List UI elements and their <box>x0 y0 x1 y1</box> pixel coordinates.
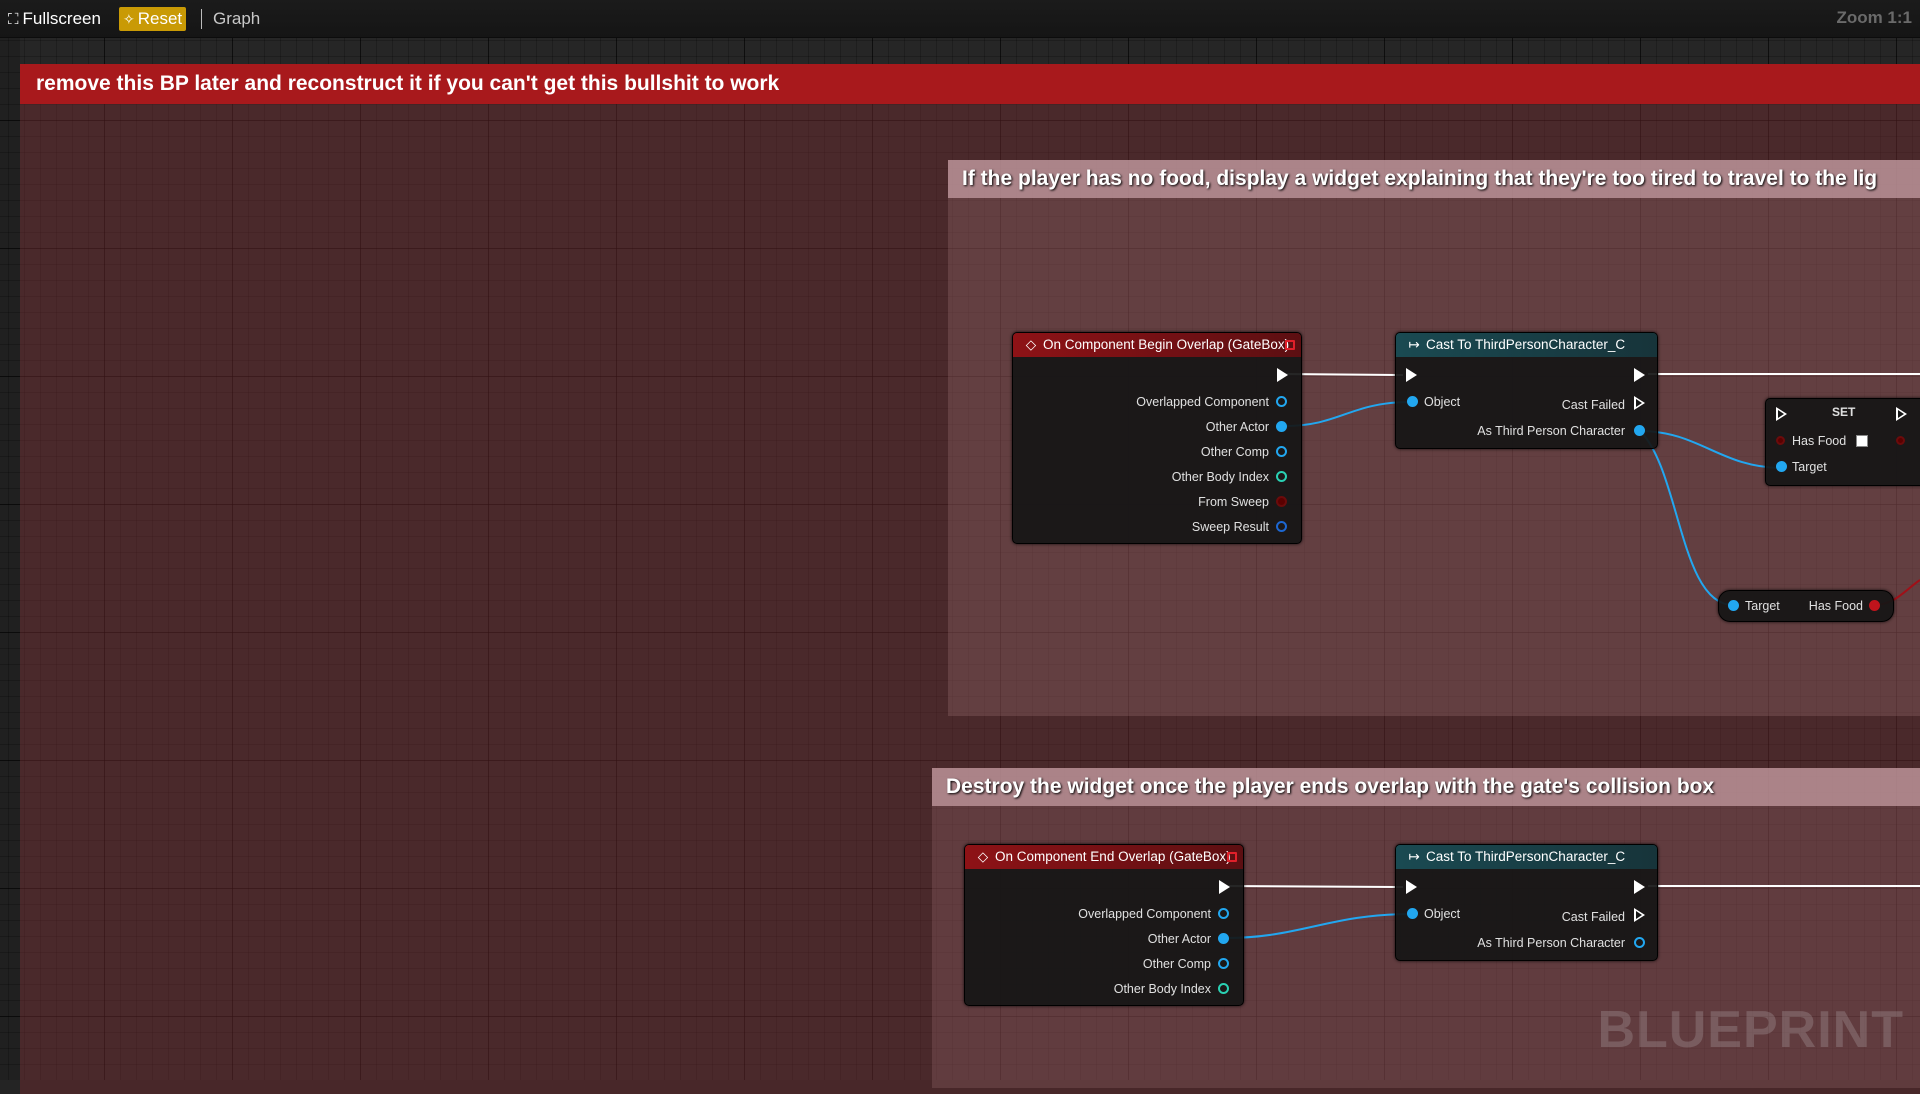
has-food-checkbox[interactable] <box>1856 435 1868 447</box>
from-sweep-pin[interactable] <box>1276 496 1287 507</box>
cast-1-object-pin[interactable] <box>1407 396 1418 407</box>
cast-1-as-label: As Third Person Character <box>1477 424 1625 438</box>
pin-label-other-actor: Other Actor <box>1205 420 1269 434</box>
cast-2-object-pin[interactable] <box>1407 908 1418 919</box>
node-set-has-food[interactable]: SET Has Food Target <box>1765 398 1920 486</box>
get-has-food-label: Has Food <box>1808 599 1863 613</box>
canvas-left-edge <box>0 38 20 1080</box>
cast-1-cast-failed-label: Cast Failed <box>1561 398 1625 412</box>
end-other-comp-pin[interactable] <box>1218 958 1229 969</box>
node-cast-third-person-1[interactable]: ↦ Cast To ThirdPersonCharacter_C Object C… <box>1395 332 1658 449</box>
end-pin-label-other-comp: Other Comp <box>1142 957 1211 971</box>
end-other-actor-pin[interactable] <box>1218 933 1229 944</box>
pin-label-overlapped-component: Overlapped Component <box>1136 395 1269 409</box>
node-cast-third-person-2[interactable]: ↦ Cast To ThirdPersonCharacter_C Object C… <box>1395 844 1658 961</box>
sweep-result-pin[interactable] <box>1276 521 1287 532</box>
cast-2-cast-failed-pin[interactable] <box>1634 908 1645 922</box>
get-target-label: Target <box>1745 599 1780 613</box>
cast-1-exec-input-pin[interactable] <box>1406 368 1417 382</box>
event-diamond-icon: ◇ <box>1025 337 1037 352</box>
event-diamond-icon: ◇ <box>977 849 989 864</box>
pin-label-sweep-result: Sweep Result <box>1191 520 1269 534</box>
fullscreen-label: Fullscreen <box>22 9 101 28</box>
graph-toolbar: ⛶ Fullscreen ✧ Reset Graph Zoom 1:1 <box>0 0 1920 38</box>
node-cast-1-header[interactable]: ↦ Cast To ThirdPersonCharacter_C <box>1396 333 1657 357</box>
node-cast-2-header[interactable]: ↦ Cast To ThirdPersonCharacter_C <box>1396 845 1657 869</box>
set-target-label: Target <box>1792 460 1827 474</box>
set-title: SET <box>1832 405 1856 419</box>
cast-arrow-icon: ↦ <box>1408 849 1420 864</box>
delegate-output-pin[interactable] <box>1227 852 1237 862</box>
cast-2-as-third-person-pin[interactable] <box>1634 937 1645 948</box>
end-pin-label-other-body-index: Other Body Index <box>1113 982 1211 996</box>
cast-2-exec-input-pin[interactable] <box>1406 880 1417 894</box>
node-begin-overlap[interactable]: ◇ On Component Begin Overlap (GateBox) Ov… <box>1012 332 1302 544</box>
cast-2-as-label: As Third Person Character <box>1477 936 1625 950</box>
reset-label: Reset <box>137 9 183 28</box>
overlapped-component-pin[interactable] <box>1276 396 1287 407</box>
cast-2-exec-output-pin[interactable] <box>1634 880 1645 894</box>
node-end-overlap[interactable]: ◇ On Component End Overlap (GateBox) Over… <box>964 844 1244 1006</box>
cast-2-cast-failed-label: Cast Failed <box>1561 910 1625 924</box>
cast-1-object-label: Object <box>1424 395 1461 409</box>
cast-1-as-third-person-pin[interactable] <box>1634 425 1645 436</box>
set-has-food-output-pin[interactable] <box>1896 436 1905 445</box>
comment-title-no-food[interactable]: If the player has no food, display a wid… <box>948 160 1920 198</box>
set-has-food-label: Has Food <box>1792 434 1847 448</box>
end-pin-label-other-actor: Other Actor <box>1147 932 1211 946</box>
reset-button[interactable]: ✧ Reset <box>119 7 187 31</box>
exec-output-pin[interactable] <box>1277 368 1288 382</box>
node-cast-2-title: Cast To ThirdPersonCharacter_C <box>1426 849 1626 864</box>
end-overlapped-component-pin[interactable] <box>1218 908 1229 919</box>
set-has-food-input-pin[interactable] <box>1776 436 1785 445</box>
set-target-pin[interactable] <box>1776 461 1787 472</box>
other-body-index-pin[interactable] <box>1276 471 1287 482</box>
node-end-overlap-title: On Component End Overlap (GateBox) <box>995 849 1231 864</box>
graph-tab[interactable]: Graph <box>213 7 260 31</box>
cast-2-object-label: Object <box>1424 907 1461 921</box>
comment-title-destroy-widget[interactable]: Destroy the widget once the player ends … <box>932 768 1920 806</box>
pin-label-other-comp: Other Comp <box>1200 445 1269 459</box>
end-exec-output-pin[interactable] <box>1219 880 1230 894</box>
get-target-pin[interactable] <box>1728 600 1739 611</box>
blueprint-watermark: BLUEPRINT <box>1597 1001 1904 1059</box>
toolbar-separator <box>201 9 202 29</box>
cast-1-cast-failed-pin[interactable] <box>1634 396 1645 410</box>
delegate-output-pin[interactable] <box>1285 340 1295 350</box>
cast-arrow-icon: ↦ <box>1408 337 1420 352</box>
pin-label-from-sweep: From Sweep <box>1198 495 1269 509</box>
set-exec-input-pin[interactable] <box>1776 407 1787 421</box>
zoom-level: Zoom 1:1 <box>1836 8 1912 27</box>
end-pin-label-overlapped-component: Overlapped Component <box>1078 907 1211 921</box>
end-other-body-index-pin[interactable] <box>1218 983 1229 994</box>
other-comp-pin[interactable] <box>1276 446 1287 457</box>
fullscreen-button[interactable]: ⛶ Fullscreen <box>8 7 101 31</box>
comment-title-main[interactable]: remove this BP later and reconstruct it … <box>20 64 1920 104</box>
node-get-has-food[interactable]: Target Has Food <box>1718 590 1894 622</box>
node-begin-overlap-header[interactable]: ◇ On Component Begin Overlap (GateBox) <box>1013 333 1301 357</box>
pin-label-other-body-index: Other Body Index <box>1171 470 1269 484</box>
node-end-overlap-header[interactable]: ◇ On Component End Overlap (GateBox) <box>965 845 1243 869</box>
fullscreen-icon: ⛶ <box>8 11 19 28</box>
node-begin-overlap-title: On Component Begin Overlap (GateBox) <box>1043 337 1290 352</box>
other-actor-pin[interactable] <box>1276 421 1287 432</box>
get-has-food-output-pin[interactable] <box>1869 600 1880 611</box>
cast-1-exec-output-pin[interactable] <box>1634 368 1645 382</box>
set-exec-output-pin[interactable] <box>1896 407 1907 421</box>
node-cast-1-title: Cast To ThirdPersonCharacter_C <box>1426 337 1626 352</box>
reset-sparkle-icon: ✧ <box>123 11 135 27</box>
